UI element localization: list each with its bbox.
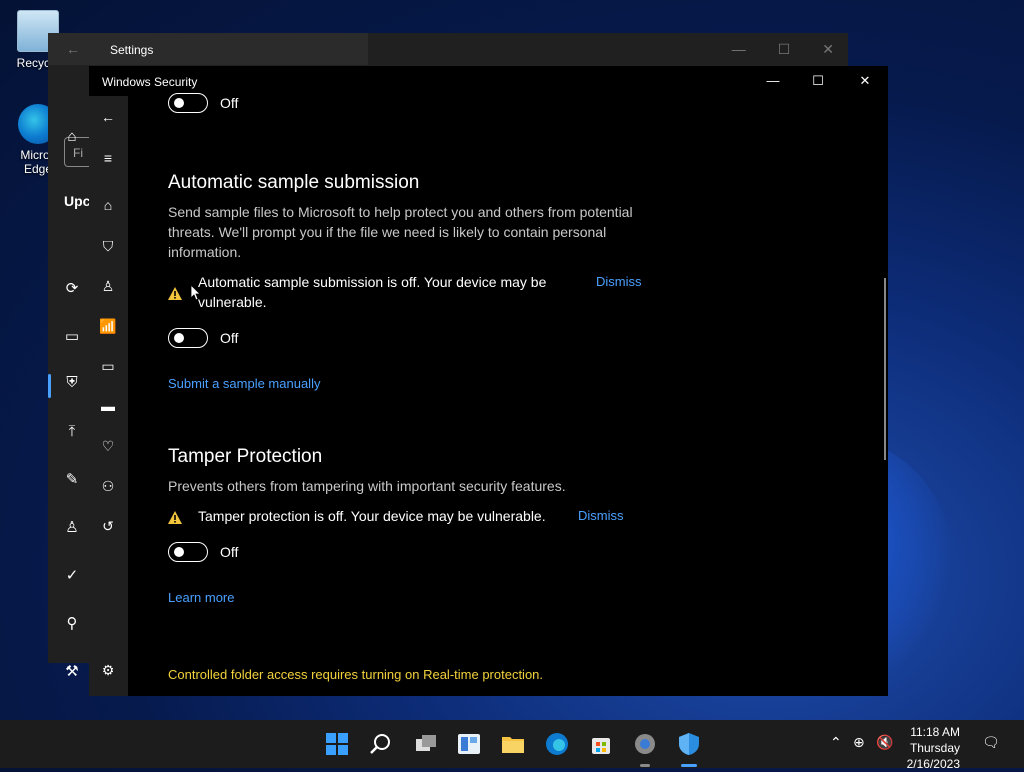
- clock-day: Thursday: [909, 741, 960, 755]
- security-titlebar: Windows Security — ☐ ✕: [89, 66, 888, 96]
- widgets-button[interactable]: [457, 732, 481, 756]
- content-scrollbar[interactable]: [884, 278, 886, 460]
- warning-icon: [168, 511, 182, 524]
- minimize-icon[interactable]: —: [765, 73, 781, 89]
- gear-icon[interactable]: ⚙: [99, 661, 117, 679]
- auto-sample-description: Send sample files to Microsoft to help p…: [168, 204, 633, 260]
- selected-indicator: [48, 374, 51, 398]
- tamper-heading: Tamper Protection: [168, 446, 323, 467]
- controlled-folder-notice: Controlled folder access requires turnin…: [168, 667, 544, 682]
- minimize-icon[interactable]: —: [732, 41, 746, 58]
- settings-sidebar: ⌂ ⟳ ▭ ⛨ ⤒ ✎ ♙ ✓ ⚲ ⚒: [48, 65, 88, 680]
- top-toggle-label: Off: [220, 95, 239, 111]
- security-title: Windows Security: [102, 75, 198, 89]
- shield-icon[interactable]: ⛉: [99, 237, 117, 255]
- auto-sample-toggle-label: Off: [220, 330, 239, 346]
- auto-sample-toggle[interactable]: [168, 328, 208, 348]
- tamper-toggle[interactable]: [168, 542, 208, 562]
- search-button[interactable]: [369, 732, 393, 756]
- close-icon[interactable]: ✕: [857, 73, 873, 89]
- family-icon[interactable]: ⚇: [99, 477, 117, 495]
- maximize-icon[interactable]: ☐: [778, 41, 791, 58]
- top-toggle[interactable]: [168, 93, 208, 113]
- settings-title: Settings: [110, 43, 154, 57]
- chevron-up-icon[interactable]: ⌃: [830, 734, 842, 751]
- task-view-button[interactable]: [414, 732, 438, 756]
- security-nav: ← ≡ ⌂ ⛉ ♙ 📶 ▭ ▬ ♡ ⚇ ↺ ⚙: [89, 96, 128, 696]
- warning-icon: [168, 287, 182, 300]
- settings-window-controls: — ☐ ✕: [732, 41, 834, 58]
- home-icon[interactable]: ⌂: [63, 128, 81, 146]
- person-walk-icon[interactable]: ⚲: [63, 615, 81, 633]
- app-browser-icon[interactable]: ▭: [99, 357, 117, 375]
- store-icon: [592, 738, 610, 754]
- tamper-dismiss-link[interactable]: Dismiss: [578, 508, 624, 523]
- widgets-icon: [458, 734, 480, 754]
- globe-network-icon[interactable]: ⊕: [853, 734, 865, 751]
- windows-security-taskbar-button[interactable]: [677, 732, 701, 756]
- toggle-knob: [174, 547, 184, 557]
- active-indicator: [681, 764, 697, 767]
- folder-icon: [502, 737, 524, 753]
- running-indicator: [640, 764, 650, 767]
- windows-security-window: Windows Security — ☐ ✕ ← ≡ ⌂ ⛉ ♙ 📶 ▭ ▬ ♡…: [89, 66, 888, 696]
- health-icon[interactable]: ♡: [99, 437, 117, 455]
- learn-more-link[interactable]: Learn more: [168, 590, 234, 605]
- back-arrow-icon[interactable]: ←: [66, 41, 80, 57]
- store-button[interactable]: [589, 732, 613, 756]
- taskbar-clock[interactable]: 11:18 AM Thursday 2/16/2023: [907, 724, 960, 772]
- settings-titlebar: ← Settings: [48, 33, 368, 65]
- mouse-pointer-icon: [191, 285, 201, 301]
- clock-date: 2/16/2023: [906, 757, 960, 771]
- toggle-knob: [174, 98, 184, 108]
- edge-button[interactable]: [545, 732, 569, 756]
- tamper-toggle-label: Off: [220, 544, 239, 560]
- settings-taskbar-button[interactable]: [633, 732, 657, 756]
- back-arrow-icon[interactable]: ←: [99, 108, 117, 126]
- shield-icon: [679, 733, 699, 755]
- tamper-warning: Tamper protection is off. Your device ma…: [198, 508, 546, 524]
- sync-icon[interactable]: ⟳: [63, 280, 81, 298]
- home-icon[interactable]: ⌂: [99, 196, 117, 214]
- shield-icon[interactable]: ⛨: [63, 374, 81, 392]
- check-circle-icon[interactable]: ✓: [63, 567, 81, 585]
- history-icon[interactable]: ↺: [99, 517, 117, 535]
- task-view-icon: [416, 735, 436, 751]
- toggle-knob: [174, 333, 184, 343]
- tools-icon[interactable]: ⚒: [63, 663, 81, 681]
- search-icon: [370, 734, 390, 754]
- auto-sample-heading: Automatic sample submission: [168, 172, 420, 193]
- network-icon[interactable]: 📶: [99, 317, 117, 335]
- auto-sample-dismiss-link[interactable]: Dismiss: [596, 274, 642, 289]
- tamper-description: Prevents others from tampering with impo…: [168, 478, 566, 494]
- volume-muted-icon[interactable]: 🔇: [876, 734, 893, 751]
- wrench-icon[interactable]: ✎: [63, 471, 81, 489]
- account-icon[interactable]: ♙: [99, 277, 117, 295]
- security-content: Off Automatic sample submission Send sam…: [168, 93, 848, 696]
- submit-sample-link[interactable]: Submit a sample manually: [168, 376, 320, 391]
- edge-icon: [546, 733, 568, 755]
- taskbar: ⌃ ⊕ 🔇 11:18 AM Thursday 2/16/2023 🗨: [0, 720, 1024, 771]
- start-button[interactable]: [325, 732, 349, 756]
- hamburger-menu-icon[interactable]: ≡: [99, 149, 117, 167]
- close-icon[interactable]: ✕: [822, 41, 834, 58]
- auto-sample-warning: Automatic sample submission is off. Your…: [198, 274, 547, 310]
- windows-logo-icon: [326, 733, 348, 755]
- notifications-icon[interactable]: 🗨: [982, 734, 1000, 751]
- devices-icon[interactable]: ▭: [63, 328, 81, 346]
- person-icon[interactable]: ♙: [63, 519, 81, 537]
- file-explorer-button[interactable]: [501, 732, 525, 756]
- gear-icon: [635, 734, 655, 754]
- clock-time: 11:18 AM: [910, 725, 960, 739]
- maximize-icon[interactable]: ☐: [810, 73, 826, 89]
- device-security-icon[interactable]: ▬: [99, 397, 117, 415]
- upload-icon[interactable]: ⤒: [63, 423, 81, 441]
